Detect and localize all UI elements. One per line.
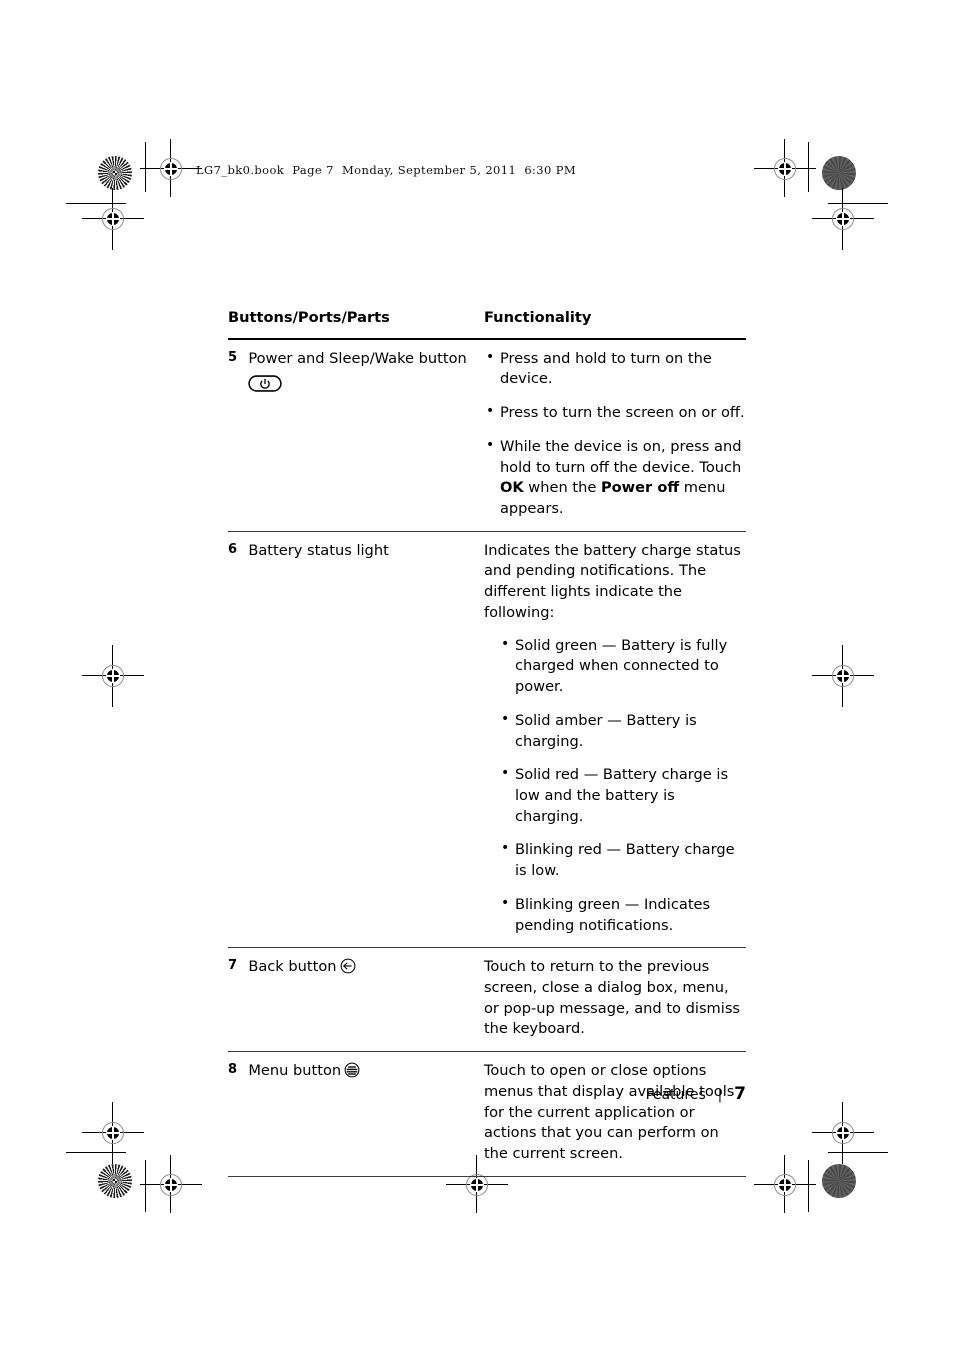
part-name-with-icon: Back button	[248, 958, 355, 975]
content-area: Buttons/Ports/Parts Functionality 5 Power…	[228, 308, 746, 1177]
trim-mark-right-lower-horizontal	[828, 1152, 888, 1153]
body-text: Solid amber — Battery is charging.	[514, 711, 697, 750]
callout-number: 6	[228, 541, 238, 557]
manual-page: LG7_bk0.book Page 7 Monday, September 5,…	[0, 0, 954, 1351]
table-row: 5 Power and Sleep/Wake button Press and ho…	[228, 339, 746, 532]
part-name-label: Power and Sleep/Wake button	[248, 349, 467, 367]
callout-number: 5	[228, 349, 238, 365]
body-text: Solid red — Battery charge is low and th…	[514, 766, 729, 825]
registration-target-bottom-left	[160, 1174, 182, 1196]
trim-mark-top-left-vertical	[145, 142, 146, 192]
body-text: when the	[523, 479, 601, 497]
registration-target-top-left	[160, 158, 182, 180]
list-item: Press to turn the screen on or off.	[484, 402, 746, 424]
body-text: While the device is on, press and hold t…	[499, 437, 742, 476]
functionality-bullet-list: Solid green — Battery is fully charged w…	[484, 635, 746, 937]
body-text: Press and hold to turn on the device.	[499, 349, 712, 388]
registration-target-top-right	[774, 158, 796, 180]
registration-star-bottom-left	[98, 1164, 132, 1198]
footer-separator: |	[717, 1088, 723, 1103]
power-button-icon	[248, 375, 283, 393]
registration-target-right-middle	[832, 665, 854, 687]
list-item: Blinking red — Battery charge is low.	[499, 839, 746, 881]
registration-target-left-lower	[102, 1122, 124, 1144]
trim-mark-left-lower-horizontal	[66, 1152, 126, 1153]
part-icon-line	[248, 375, 484, 396]
list-item: Solid red — Battery charge is low and th…	[499, 764, 746, 827]
trim-mark-top-right-vertical	[808, 142, 809, 192]
table-body: 5 Power and Sleep/Wake button Press and ho…	[228, 339, 746, 1177]
registration-target-bottom-right	[774, 1174, 796, 1196]
registration-target-bottom-center	[466, 1174, 488, 1196]
specs-table: Buttons/Ports/Parts Functionality 5 Power…	[228, 308, 746, 1177]
trim-mark-left-upper-horizontal	[66, 203, 126, 204]
body-text: Blinking red — Battery charge is low.	[514, 841, 735, 880]
emphasis-text: Power off	[600, 479, 680, 497]
part-name-with-icon: Menu button	[248, 1062, 360, 1079]
page-footer: Features | 7	[646, 1084, 746, 1104]
functionality-paragraph: Touch to open or close options menus tha…	[483, 1062, 735, 1162]
callout-number: 8	[228, 1062, 238, 1078]
functionality-cell: Indicates the battery charge status and …	[484, 531, 746, 948]
functionality-bullet-list: Press and hold to turn on the device. Pre…	[484, 348, 746, 520]
list-item: Solid amber — Battery is charging.	[499, 710, 746, 752]
part-name-cell: Menu button	[248, 1052, 484, 1177]
trim-mark-bottom-left-vertical	[145, 1160, 146, 1212]
emphasis-text: OK	[499, 479, 524, 497]
table-header: Buttons/Ports/Parts Functionality	[228, 308, 746, 339]
footer-section-name: Features	[645, 1087, 706, 1103]
part-name-cell: Back button	[248, 948, 484, 1052]
body-text: Blinking green — Indicates pending notif…	[514, 895, 711, 934]
functionality-cell: Touch to open or close options menus tha…	[484, 1052, 746, 1177]
body-text: Press to turn the screen on or off.	[499, 404, 745, 422]
column-header-functionality: Functionality	[483, 309, 592, 326]
back-button-icon	[340, 958, 356, 974]
table-row: 7 Back button Touch to return to the previ…	[228, 948, 746, 1052]
table-row: 8 Menu button Touch to open or close optio…	[228, 1052, 746, 1177]
callout-number: 7	[228, 958, 238, 974]
table-header-row: Buttons/Ports/Parts Functionality	[228, 308, 746, 339]
menu-button-icon	[344, 1062, 360, 1078]
functionality-cell: Press and hold to turn on the device. Pre…	[484, 339, 746, 532]
footer-page-number: 7	[734, 1084, 746, 1104]
part-name-cell: Battery status light	[248, 531, 484, 948]
functionality-cell: Touch to return to the previous screen, …	[484, 948, 746, 1052]
part-name-label: Battery status light	[248, 541, 389, 559]
registration-target-left-middle	[102, 665, 124, 687]
running-header-filename: LG7_bk0.book Page 7 Monday, September 5,…	[196, 163, 577, 177]
registration-target-right-lower	[832, 1122, 854, 1144]
list-item: Blinking green — Indicates pending notif…	[499, 894, 746, 936]
trim-mark-bottom-right-vertical	[808, 1160, 809, 1212]
list-item: Press and hold to turn on the device.	[484, 348, 746, 390]
registration-star-top-left	[98, 156, 132, 190]
list-item: While the device is on, press and hold t…	[484, 436, 746, 520]
body-text: Solid green — Battery is fully charged w…	[514, 636, 728, 696]
functionality-paragraph: Touch to return to the previous screen, …	[483, 958, 741, 1038]
list-item: Solid green — Battery is fully charged w…	[499, 635, 746, 698]
part-name-cell: Power and Sleep/Wake button	[248, 339, 484, 532]
trim-mark-right-upper-horizontal	[828, 203, 888, 204]
table-row: 6 Battery status light Indicates the batte…	[228, 531, 746, 948]
registration-star-bottom-right	[822, 1164, 856, 1198]
functionality-lead-paragraph: Indicates the battery charge status and …	[483, 541, 741, 621]
registration-target-left-upper	[102, 208, 124, 230]
registration-star-top-right	[822, 156, 856, 190]
registration-target-right-upper	[832, 208, 854, 230]
column-header-buttons-ports-parts: Buttons/Ports/Parts	[228, 309, 390, 326]
